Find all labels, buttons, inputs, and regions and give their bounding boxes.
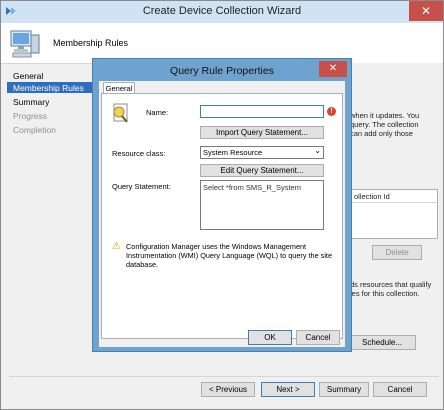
wizard-close-button[interactable]: ✕	[409, 1, 443, 21]
wql-warning-text: Configuration Manager uses the Windows M…	[126, 242, 333, 269]
query-statement-label: Query Statement:	[112, 182, 171, 191]
name-input[interactable]	[200, 105, 324, 118]
dialog-body: General Name: ! Import Query Statement..…	[99, 81, 345, 347]
qualify-fragment-2: ies for this collection.	[350, 289, 420, 298]
resource-class-label: Resource class:	[112, 149, 166, 158]
import-query-statement-button[interactable]: Import Query Statement...	[200, 126, 324, 139]
wizard-header-title: Membership Rules	[53, 38, 129, 48]
schedule-button[interactable]: Schedule...	[348, 335, 416, 350]
summary-button[interactable]: Summary	[319, 382, 369, 397]
rules-list[interactable]: ollection Id	[350, 189, 438, 239]
nav-item-summary: Summary	[13, 97, 50, 107]
list-header-divider	[351, 202, 437, 203]
delete-button[interactable]: Delete	[372, 245, 422, 260]
warning-icon: ⚠	[112, 241, 121, 252]
previous-button[interactable]: < Previous	[201, 382, 255, 397]
dialog-cancel-button[interactable]: Cancel	[296, 330, 340, 345]
collection-id-header: ollection Id	[354, 192, 390, 201]
nav-item-progress: Progress	[13, 111, 48, 121]
description-fragment-2: query. The collection	[350, 120, 419, 129]
error-icon: !	[327, 107, 336, 116]
query-statement-box[interactable]: Select *from SMS_R_System	[200, 180, 324, 230]
chevron-down-icon: ⌄	[314, 146, 321, 155]
nav-item-completion: Completion	[13, 125, 56, 135]
resource-class-value: System Resource	[203, 148, 263, 157]
wizard-nav: General Membership Rules Summary Progres…	[1, 63, 99, 393]
wizard-title: Create Device Collection Wizard	[142, 5, 302, 17]
wizard-titlebar: Create Device Collection Wizard ✕	[1, 1, 443, 23]
nav-item-general: General	[13, 71, 44, 81]
cancel-button[interactable]: Cancel	[373, 382, 427, 397]
dialog-title: Query Rule Properties	[170, 65, 274, 77]
dialog-close-button[interactable]: ✕	[319, 61, 347, 77]
query-rule-dialog: Query Rule Properties ✕ General Name: ! …	[92, 58, 352, 352]
query-statement-text: Select *from SMS_R_System	[203, 183, 301, 192]
general-tab-panel: Name: ! Import Query Statement... Resour…	[101, 93, 343, 345]
resource-class-select[interactable]: System Resource ⌄	[200, 146, 324, 159]
next-button[interactable]: Next >	[261, 382, 315, 397]
description-fragment-3: can add only those	[350, 129, 413, 138]
computer-icon	[10, 30, 40, 58]
nav-item-membership-rules: Membership Rules	[13, 83, 84, 93]
description-fragment-1: when it updates. You	[350, 111, 420, 120]
edit-query-statement-button[interactable]: Edit Query Statement...	[200, 164, 324, 177]
close-icon: ✕	[328, 63, 338, 74]
ok-button[interactable]: OK	[248, 330, 292, 345]
close-icon: ✕	[420, 4, 432, 18]
query-rule-icon	[113, 103, 128, 123]
qualify-fragment-1: ds resources that qualify	[350, 280, 432, 289]
footer-divider	[9, 376, 439, 377]
name-label: Name:	[146, 108, 169, 117]
